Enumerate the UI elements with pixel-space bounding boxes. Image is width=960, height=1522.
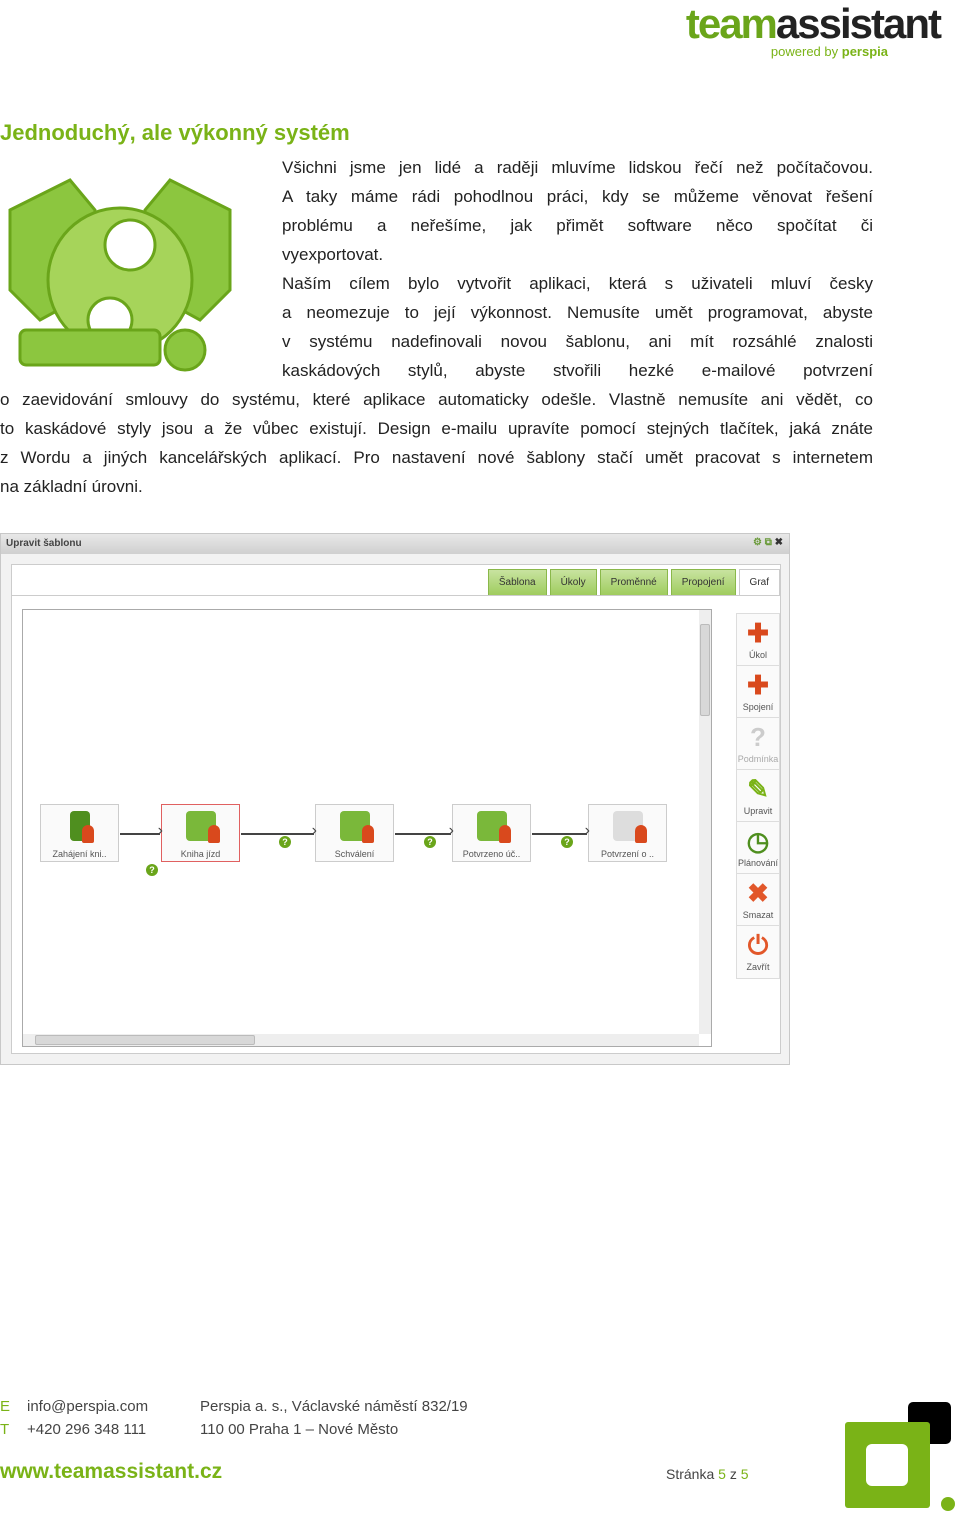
text-line: vyexportovat. — [282, 245, 384, 264]
tab-ukoly[interactable]: Úkoly — [549, 569, 597, 595]
window-title: Upravit šablonu — [6, 538, 82, 549]
page-current: 5 — [718, 1466, 726, 1482]
page-prefix: Stránka — [666, 1466, 715, 1482]
text-line: v systému nadefinovali novou šablonu, an… — [282, 332, 873, 351]
node-task[interactable]: Kniha jízd — [161, 804, 240, 862]
text-line: problému a neřešíme, jak přimět software… — [282, 216, 873, 235]
text-line: A taky máme rádi pohodlnou práci, kdy se… — [282, 187, 873, 206]
tab-bar: Šablona Úkoly Proměnné Propojení Graf — [487, 569, 780, 595]
logo-perspia: perspia — [841, 44, 888, 59]
start-icon — [69, 811, 94, 843]
tool-spojeni[interactable]: ✚ Spojení — [737, 666, 779, 718]
text-line: z Wordu a jiných kancelářských aplikací.… — [0, 448, 873, 467]
add-condition-icon: ? — [750, 722, 766, 752]
condition-icon[interactable]: ? — [146, 864, 158, 876]
logo-assistant: assistant — [775, 0, 942, 47]
tool-smazat[interactable]: ✖ Smazat — [737, 874, 779, 926]
tab-promenne[interactable]: Proměnné — [599, 569, 668, 595]
node-label: Potvrzeno úč.. — [462, 849, 521, 859]
pencil-icon: ✎ — [747, 774, 769, 804]
text-line: na základní úrovni. — [0, 477, 143, 496]
tool-label: Plánování — [737, 858, 779, 868]
close-icon[interactable]: ✖ — [775, 537, 783, 548]
logo-powered: powered by — [770, 44, 839, 59]
editor-panel: Šablona Úkoly Proměnné Propojení Graf Za… — [11, 564, 781, 1054]
connection-arrow[interactable] — [532, 822, 590, 840]
footer-phone: +420 296 348 111 — [27, 1421, 147, 1438]
text-line: to kaskádové styly jsou a že vůbec exist… — [0, 419, 873, 438]
task-user-icon — [476, 811, 511, 843]
template-editor-window: Upravit šablonu ⚙ ⧉ ✖ Šablona Úkoly Prom… — [0, 533, 790, 1065]
page-total: 5 — [740, 1466, 749, 1482]
page-number: Stránka 5 z 5 — [666, 1466, 749, 1482]
tool-label: Zavřít — [746, 962, 770, 972]
tool-label: Úkol — [748, 650, 767, 660]
tool-podminka[interactable]: ? Podmínka — [737, 718, 779, 770]
tool-upravit[interactable]: ✎ Upravit — [737, 770, 779, 822]
tool-label: Spojení — [742, 702, 774, 712]
connection-arrow[interactable] — [241, 822, 317, 840]
add-connection-icon: ✚ — [747, 670, 769, 700]
teamassistant-logo: teamassistant powered by perspia — [685, 0, 942, 60]
vertical-scrollbar[interactable] — [699, 610, 711, 1034]
tool-ukol[interactable]: ✚ Úkol — [737, 614, 779, 666]
tool-label: Upravit — [743, 806, 773, 816]
window-titlebar: Upravit šablonu ⚙ ⧉ ✖ — [1, 534, 789, 554]
task-user-icon — [185, 811, 220, 843]
settings-icon[interactable]: ⚙ — [753, 537, 762, 548]
page-sep: z — [729, 1466, 737, 1482]
task-user-icon — [339, 811, 374, 843]
horizontal-scrollbar[interactable] — [23, 1034, 699, 1046]
email-label: E — [0, 1398, 11, 1415]
condition-icon[interactable]: ? — [424, 836, 436, 848]
text-line: Naším cílem bylo vytvořit aplikaci, kter… — [282, 274, 873, 293]
phone-label: T — [0, 1421, 10, 1438]
connection-arrow[interactable] — [395, 822, 454, 840]
footer-address-1: Perspia a. s., Václavské náměstí 832/19 — [200, 1398, 468, 1415]
engine-illustration — [8, 178, 232, 372]
perspia-logo-mark — [845, 1402, 960, 1522]
power-icon: ⏻ — [747, 930, 769, 960]
tab-propojeni[interactable]: Propojení — [670, 569, 736, 595]
tool-label: Smazat — [742, 910, 774, 920]
node-start[interactable]: Zahájení kni.. — [40, 804, 119, 862]
add-task-icon: ✚ — [747, 618, 769, 648]
text-line: kaskádových stylů, abyste stvořili hezké… — [282, 361, 873, 380]
restore-icon[interactable]: ⧉ — [765, 537, 772, 548]
envelope-icon — [612, 811, 647, 843]
graph-canvas[interactable]: Zahájení kni.. Kniha jízd Schválení Potv… — [22, 609, 712, 1047]
node-label: Kniha jízd — [180, 849, 221, 859]
node-task[interactable]: Potvrzeno úč.. — [452, 804, 531, 862]
clock-icon: ◷ — [746, 826, 770, 856]
footer-address-2: 110 00 Praha 1 – Nové Město — [200, 1421, 399, 1438]
tool-planovani[interactable]: ◷ Plánování — [737, 822, 779, 874]
graph-toolbar: ✚ Úkol ✚ Spojení ? Podmínka ✎ Upravit ◷ Pláno… — [736, 613, 780, 979]
tool-zavrit[interactable]: ⏻ Zavřít — [737, 926, 779, 978]
tab-sablona[interactable]: Šablona — [487, 569, 547, 595]
page-heading: Jednoduchý, ale výkonný systém — [0, 120, 350, 145]
node-label: Zahájení kni.. — [52, 849, 107, 859]
node-task[interactable]: Schválení — [315, 804, 394, 862]
footer-website[interactable]: www.teamassistant.cz — [0, 1460, 222, 1484]
text-line: a neomezuje to její výkonnost. Nemusíte … — [282, 303, 873, 322]
connection-arrow[interactable] — [120, 822, 163, 840]
delete-icon: ✖ — [747, 878, 769, 908]
node-label: Potvrzení o .. — [600, 849, 655, 859]
text-line: Všichni jsme jen lidé a raději mluvíme l… — [282, 158, 873, 177]
tool-label: Podmínka — [737, 754, 779, 764]
logo-team: team — [685, 0, 778, 47]
footer-email[interactable]: info@perspia.com — [27, 1398, 148, 1415]
node-email[interactable]: Potvrzení o .. — [588, 804, 667, 862]
text-line: o zaevidování smlouvy do systému, které … — [0, 390, 873, 409]
condition-icon[interactable]: ? — [561, 836, 573, 848]
node-label: Schválení — [334, 849, 375, 859]
tab-graf[interactable]: Graf — [738, 569, 780, 595]
condition-icon[interactable]: ? — [279, 836, 291, 848]
